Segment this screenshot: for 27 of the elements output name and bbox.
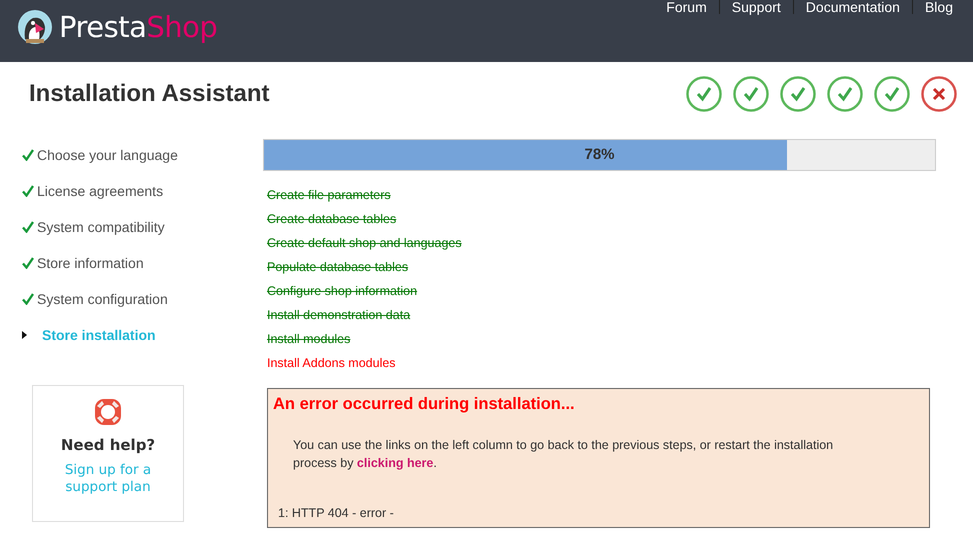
task-item: Create database tables: [267, 212, 398, 228]
task-item: Install modules: [267, 332, 352, 348]
page-title: Installation Assistant: [29, 80, 270, 108]
sidebar-step[interactable]: Store information: [37, 255, 144, 271]
header-link[interactable]: Documentation: [792, 0, 912, 14]
task-item: Populate database tables: [267, 260, 410, 276]
task-item: Create file parameters: [267, 188, 392, 204]
error-title: An error occurred during installation...: [273, 395, 576, 414]
sidebar-step[interactable]: System compatibility: [37, 219, 165, 235]
task-item: Configure shop information: [267, 284, 418, 300]
task-item: Create default shop and languages: [267, 236, 463, 252]
task-item: Install demonstration data: [267, 308, 412, 324]
header-link[interactable]: Blog: [912, 0, 953, 14]
error-message: You can use the links on the left column to go back to the previous steps, or restart the installation process by clicking here.: [293, 437, 834, 472]
header-link[interactable]: Support: [718, 0, 793, 14]
puffin-logo-icon: [17, 9, 53, 45]
help-title: Need help?: [60, 436, 156, 454]
sidebar-step[interactable]: System configuration: [37, 291, 168, 307]
lifebuoy-icon: [94, 398, 122, 426]
task-item: Install Addons modules: [267, 356, 397, 372]
error-detail: 1: HTTP 404 - error -: [278, 506, 395, 520]
restart-link[interactable]: clicking here: [356, 456, 434, 470]
prestashop-logo[interactable]: PrestaShop: [59, 10, 218, 44]
progress-reading: 78%: [583, 145, 616, 165]
sidebar-step[interactable]: License agreements: [37, 183, 164, 199]
header-link[interactable]: Forum: [654, 0, 719, 14]
sidebar-step[interactable]: Choose your language: [37, 147, 178, 163]
